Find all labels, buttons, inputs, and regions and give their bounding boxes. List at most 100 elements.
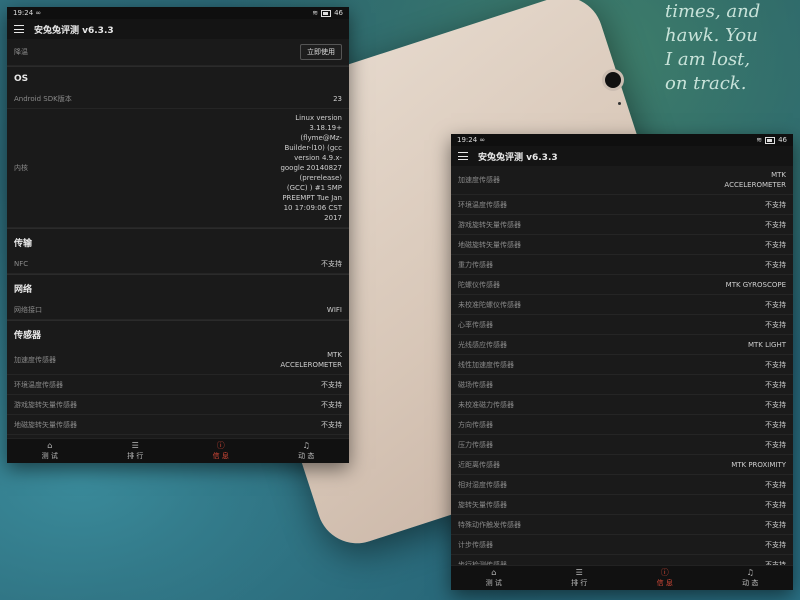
row-value: 不支持: [765, 260, 786, 269]
row-label: 网络接口: [14, 305, 42, 314]
info-row: 方向传感器 不支持: [451, 415, 793, 435]
row-value: MTK ACCELEROMETER: [724, 171, 786, 189]
info-row: 重力传感器 不支持: [451, 255, 793, 275]
info-row: 环境温度传感器 不支持: [451, 195, 793, 215]
section-title: 传输: [7, 228, 349, 254]
row-value: 不支持: [321, 259, 342, 268]
menu-icon[interactable]: [14, 25, 24, 33]
status-time: 19:24 ∞: [13, 9, 42, 17]
nav-item[interactable]: ♫ 动 态: [708, 566, 794, 590]
info-row: 网络接口 WIFI: [7, 300, 349, 320]
info-row: 加速度传感器 MTK ACCELEROMETER: [451, 166, 793, 195]
info-row: 特殊动作触发传感器 不支持: [451, 515, 793, 535]
row-value: 不支持: [765, 420, 786, 429]
info-row: 线性加速度传感器 不支持: [451, 355, 793, 375]
use-now-button[interactable]: 立即使用: [300, 44, 342, 60]
app-title: 安兔兔评测 v6.3.3: [478, 152, 558, 163]
status-bar: 19:24 ∞ ≋ 46: [7, 7, 349, 19]
row-label: 重力传感器: [458, 260, 493, 269]
banner-label: 降温: [14, 48, 28, 56]
nav-label: 排 行: [571, 578, 588, 587]
row-value: 不支持: [765, 320, 786, 329]
info-row: 相对湿度传感器 不支持: [451, 475, 793, 495]
row-value: 不支持: [765, 540, 786, 549]
nav-label: 信 息: [212, 451, 229, 460]
row-value: 不支持: [765, 400, 786, 409]
info-row: NFC 不支持: [7, 254, 349, 274]
info-row: 旋转矢量传感器 不支持: [451, 495, 793, 515]
row-value: 不支持: [765, 200, 786, 209]
nav-item[interactable]: ⓘ 信 息: [622, 566, 708, 590]
info-row: 地磁旋转矢量传感器 不支持: [7, 415, 349, 435]
battery-icon: [321, 9, 332, 17]
row-value: 23: [333, 94, 342, 103]
row-label: 近距离传感器: [458, 460, 500, 469]
info-content[interactable]: 降温 立即使用 OS Android SDK版本 23 内核 Linux version…: [7, 39, 349, 439]
row-value: MTK GYROSCOPE: [725, 280, 786, 289]
nav-item[interactable]: ⌂ 测 试: [451, 566, 537, 590]
row-value: WIFI: [326, 305, 342, 314]
row-value: 不支持: [765, 360, 786, 369]
nav-item[interactable]: ⌂ 测 试: [7, 439, 93, 463]
info-row: 计步传感器 不支持: [451, 535, 793, 555]
info-row: 加速度传感器 MTK ACCELEROMETER: [7, 346, 349, 375]
info-row: 游戏旋转矢量传感器 不支持: [7, 395, 349, 415]
nav-item[interactable]: ♫ 动 态: [264, 439, 350, 463]
row-value: 不支持: [765, 440, 786, 449]
home-icon: ⌂: [47, 440, 53, 450]
row-value: 不支持: [321, 420, 342, 429]
row-label: 环境温度传感器: [458, 200, 507, 209]
nav-label: 测 试: [485, 578, 502, 587]
section-title: 网络: [7, 274, 349, 300]
app-toolbar: 安兔兔评测 v6.3.3: [7, 19, 349, 39]
row-label: 游戏旋转矢量传感器: [14, 400, 77, 409]
info-row: 未校准磁力传感器 不支持: [451, 395, 793, 415]
row-label: 未校准磁力传感器: [458, 400, 514, 409]
row-value: MTK ACCELEROMETER: [280, 351, 342, 369]
nav-item[interactable]: ☰ 排 行: [93, 439, 179, 463]
row-label: NFC: [14, 259, 29, 268]
row-label: 加速度传感器: [14, 356, 56, 364]
row-label: Android SDK版本: [14, 94, 72, 103]
section-title: 传感器: [7, 320, 349, 346]
home-icon: ⌂: [491, 567, 497, 577]
list-icon: ☰: [575, 567, 583, 577]
nav-item[interactable]: ⓘ 信 息: [178, 439, 264, 463]
status-bar: 19:24 ∞ ≋ 46: [451, 134, 793, 146]
row-label: 环境温度传感器: [14, 380, 63, 389]
menu-icon[interactable]: [458, 152, 468, 160]
battery-level: 46: [334, 9, 343, 17]
row-label: 游戏旋转矢量传感器: [458, 220, 521, 229]
info-row: 光线感应传感器 MTK LIGHT: [451, 335, 793, 355]
background-handwriting: times, and hawk. You I am lost, on track…: [665, 1, 761, 94]
status-time: 19:24 ∞: [457, 136, 486, 144]
row-label: 心率传感器: [458, 320, 493, 329]
sensor-list[interactable]: 加速度传感器 MTK ACCELEROMETER 环境温度传感器 不支持 游戏旋转矢量传…: [451, 166, 793, 566]
row-label: 磁场传感器: [458, 380, 493, 389]
info-row: 压力传感器 不支持: [451, 435, 793, 455]
nav-item[interactable]: ☰ 排 行: [537, 566, 623, 590]
row-label: 相对湿度传感器: [458, 480, 507, 489]
info-icon: ⓘ: [216, 440, 225, 450]
row-label: 计步传感器: [458, 540, 493, 549]
row-label: 未校准陀螺仪传感器: [458, 300, 521, 309]
battery-level: 46: [778, 136, 787, 144]
info-icon: ⓘ: [660, 567, 669, 577]
list-icon: ☰: [131, 440, 139, 450]
wifi-icon: ≋: [312, 9, 319, 17]
info-sections: OS Android SDK版本 23 内核 Linux version 3.18.19…: [7, 66, 349, 439]
bell-icon: ♫: [746, 567, 754, 577]
row-label: 内核: [14, 164, 28, 172]
row-label: 地磁旋转矢量传感器: [14, 420, 77, 429]
section-title: OS: [7, 66, 349, 89]
nav-label: 测 试: [41, 451, 58, 460]
tablet-camera: [605, 72, 621, 88]
tablet-sensor-dot: [618, 102, 621, 105]
row-label: 线性加速度传感器: [458, 360, 514, 369]
row-value: 不支持: [765, 220, 786, 229]
row-value: 不支持: [765, 300, 786, 309]
left-phone-screen: 19:24 ∞ ≋ 46 安兔兔评测 v6.3.3 降温 立即使用 OS Andr…: [7, 7, 349, 463]
row-value: 不支持: [765, 480, 786, 489]
row-value: Linux version 3.18.19+ (flyme@Mz- Builde…: [280, 114, 342, 222]
nav-label: 动 态: [742, 578, 759, 587]
